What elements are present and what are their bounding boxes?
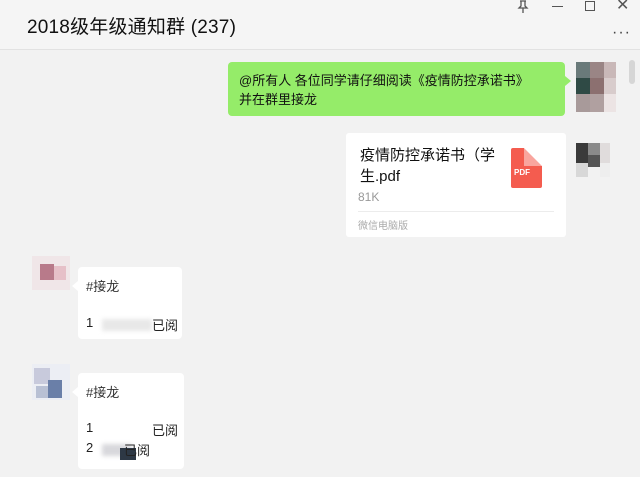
message-text-line: 并在群里接龙: [239, 92, 318, 107]
jielong-tag: #接龙: [86, 385, 120, 400]
avatar[interactable]: [32, 256, 70, 290]
file-source-label: 微信电脑版: [358, 221, 408, 232]
message-text-line: @所有人 各位同学请仔细阅读《疫情防控承诺书》: [239, 73, 529, 88]
file-size: 81K: [358, 190, 380, 204]
list-number: 1: [86, 315, 94, 330]
pdf-icon-label: PDF: [514, 168, 530, 177]
received-message-bubble[interactable]: #接龙 1 已阅: [72, 267, 182, 339]
avatar[interactable]: [32, 364, 70, 400]
list-item: 1 已阅: [86, 420, 178, 438]
minimize-icon[interactable]: [552, 6, 563, 7]
pdf-file-icon: PDF: [511, 148, 542, 188]
list-item: 2 已阅: [86, 440, 178, 460]
more-options-icon[interactable]: ···: [612, 24, 631, 42]
list-number: 1: [86, 420, 94, 435]
file-name: 疫情防控承诺书（学生.pdf: [360, 147, 496, 185]
close-icon[interactable]: ✕: [616, 0, 629, 14]
redacted-name: [102, 319, 152, 331]
scrollbar-thumb[interactable]: [629, 60, 635, 84]
divider: [358, 211, 554, 212]
scrollbar[interactable]: [629, 60, 635, 476]
maximize-icon[interactable]: [585, 1, 595, 11]
list-item: 1 已阅: [86, 315, 178, 333]
jielong-tag: #接龙: [86, 279, 120, 294]
received-message-bubble[interactable]: #接龙 1 已阅 2 已阅: [72, 373, 184, 469]
avatar[interactable]: [576, 143, 610, 177]
read-status: 已阅: [151, 423, 178, 438]
pin-icon[interactable]: [517, 0, 529, 13]
chat-title: 2018级年级通知群 (237): [27, 17, 237, 38]
avatar[interactable]: [576, 62, 616, 112]
read-status: 已阅: [151, 318, 178, 333]
file-message-card[interactable]: 疫情防控承诺书（学生.pdf PDF 81K 微信电脑版: [346, 133, 566, 237]
sent-message-bubble[interactable]: @所有人 各位同学请仔细阅读《疫情防控承诺书》 并在群里接龙: [228, 62, 571, 116]
read-status: 已阅: [123, 443, 150, 458]
list-number: 2: [86, 440, 94, 455]
title-bar: 2018级年级通知群 (237) ✕ ···: [0, 0, 640, 50]
